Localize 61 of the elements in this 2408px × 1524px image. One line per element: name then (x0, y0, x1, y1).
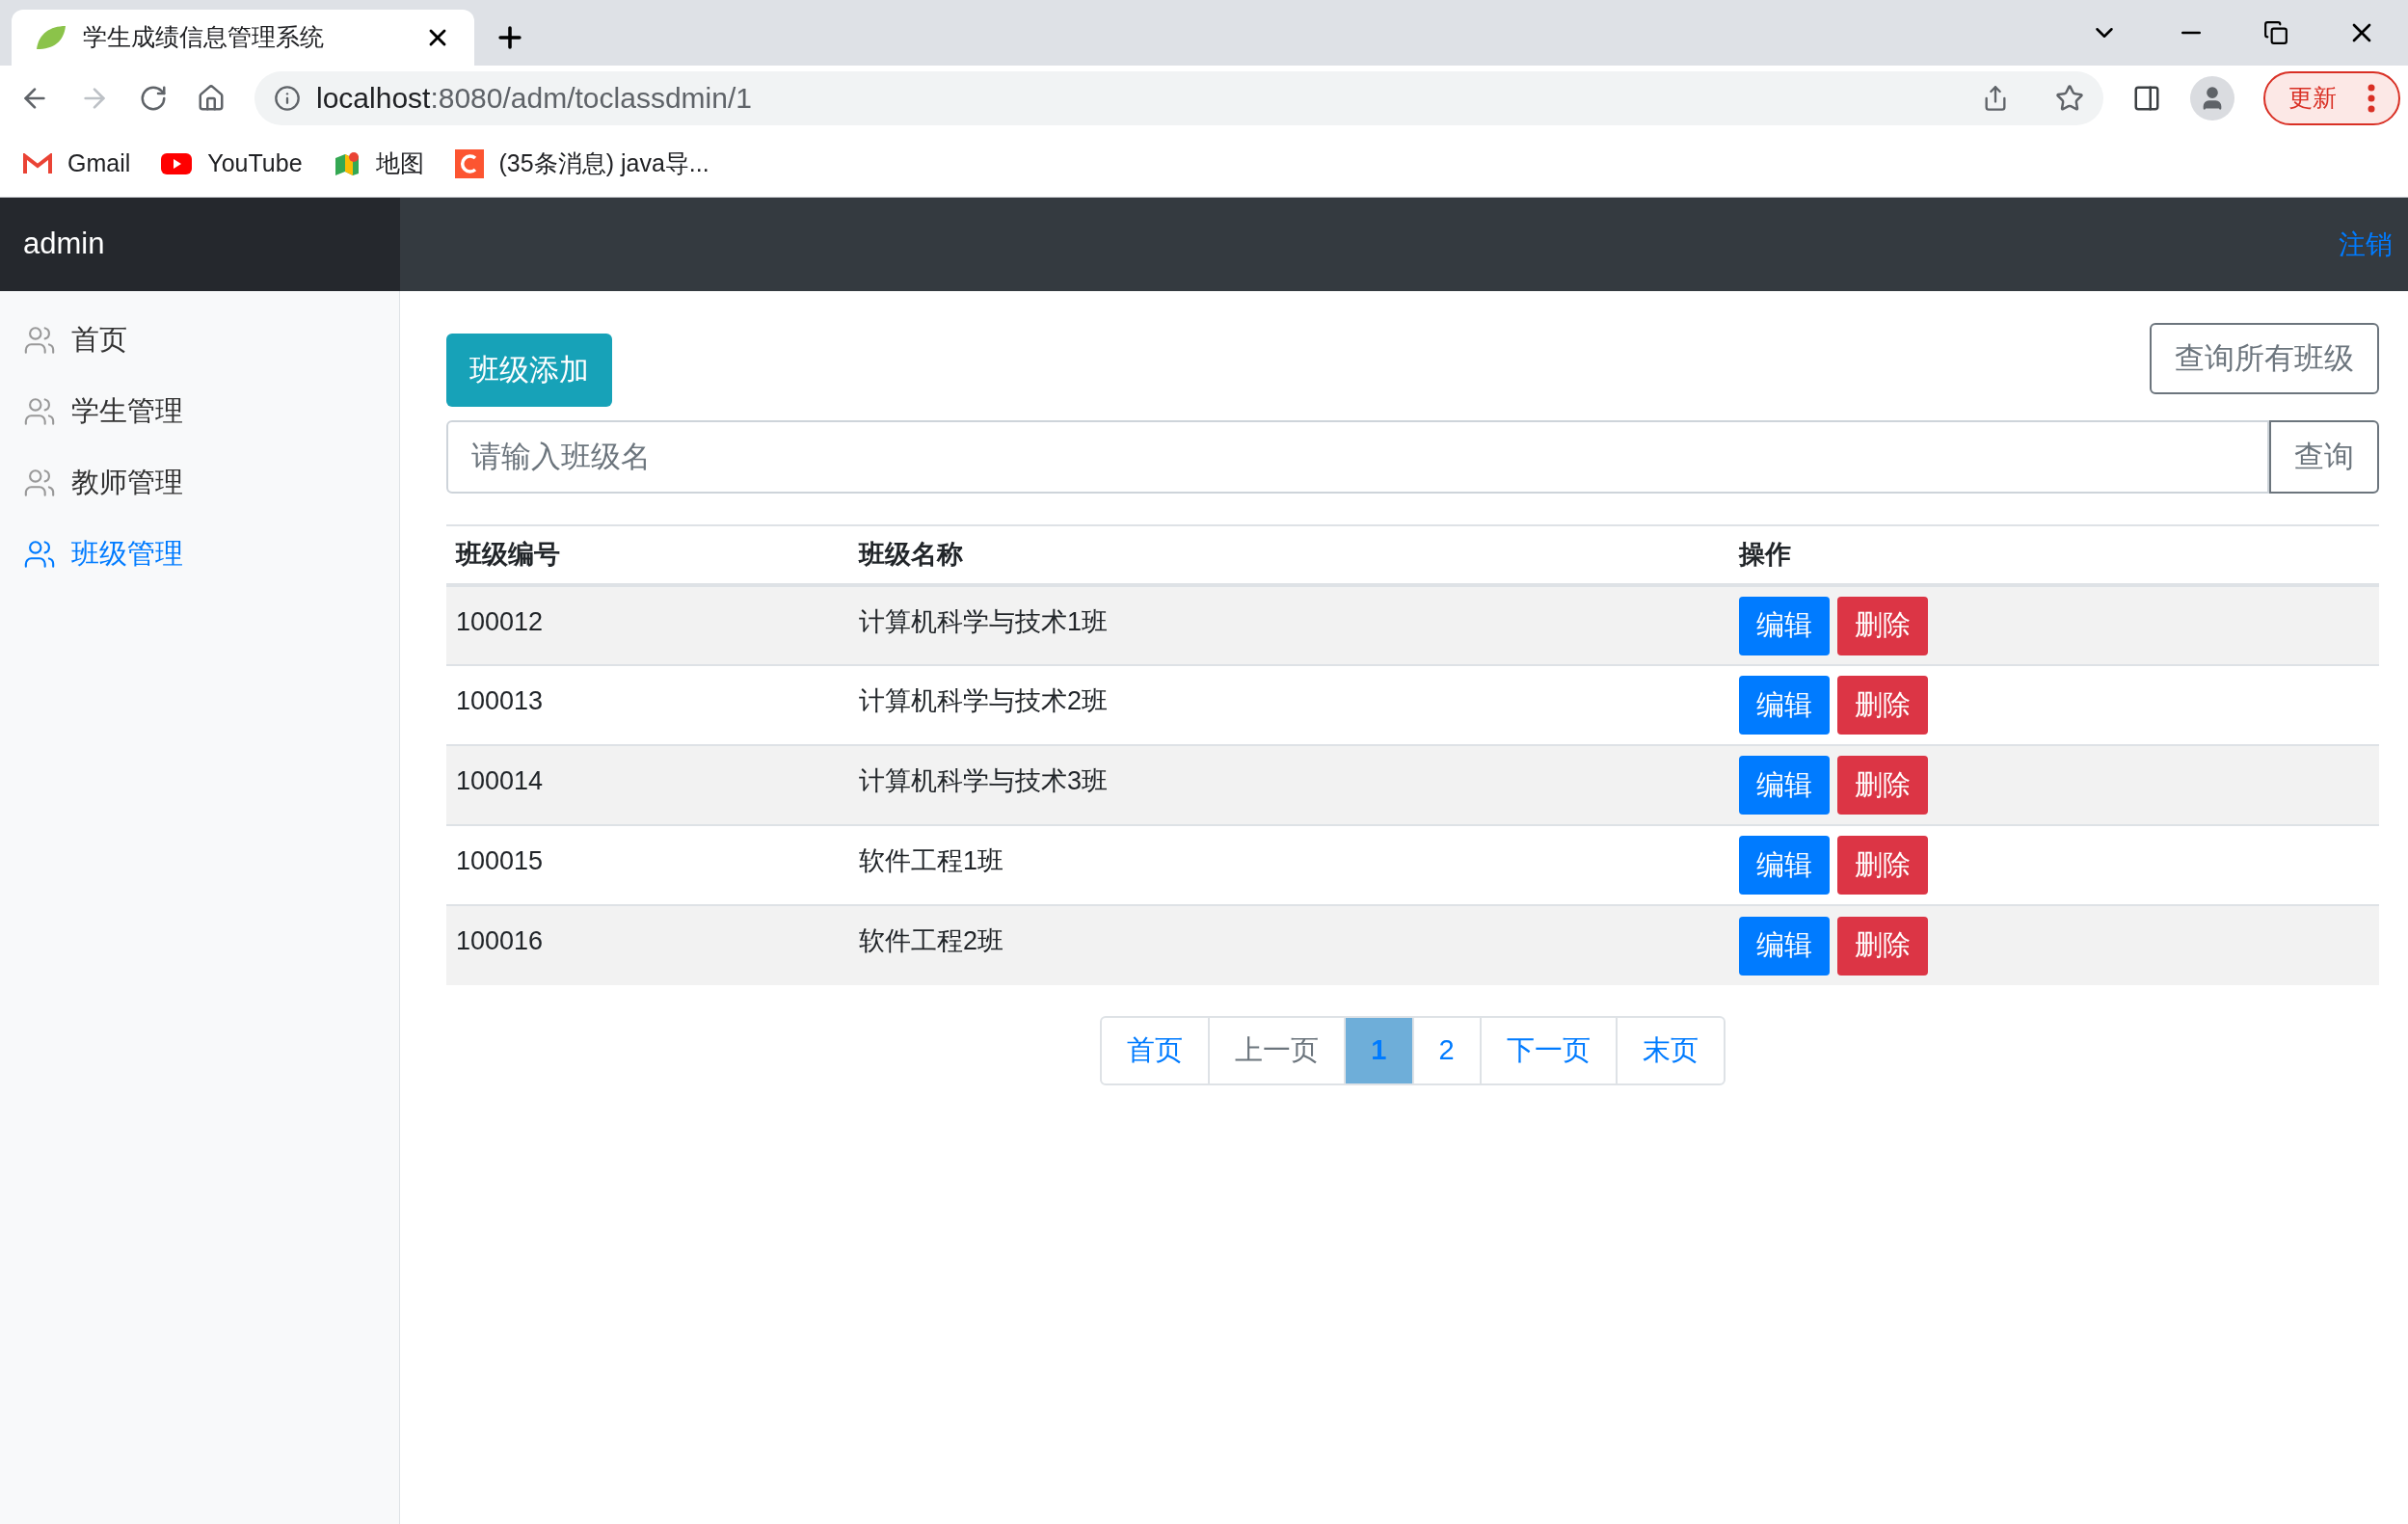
tab-title: 学生成绩信息管理系统 (83, 22, 325, 53)
play-logo-icon (161, 152, 193, 174)
bookmark-star-icon[interactable] (2055, 83, 2084, 113)
add-class-button[interactable]: 班级添加 (446, 334, 612, 407)
letter-logo-icon (454, 148, 484, 178)
users-icon (23, 467, 56, 499)
table-cell: 计算机科学与技术3班 (859, 766, 1109, 795)
delete-button[interactable]: 删除 (1837, 756, 1928, 815)
edit-button[interactable]: 编辑 (1739, 836, 1830, 895)
users-icon (23, 395, 56, 428)
class-name-field[interactable]: 请输入班级名 (446, 420, 2269, 494)
browser-tab[interactable]: 学生成绩信息管理系统 (12, 10, 474, 66)
delete-button[interactable]: 删除 (1837, 676, 1928, 735)
page-link[interactable]: 首页 (1102, 1018, 1209, 1083)
search-button[interactable]: 查询 (2269, 420, 2379, 494)
logout-link[interactable]: 注销 (2339, 224, 2393, 265)
sidebar-item[interactable]: 教师管理 (0, 447, 399, 519)
more-icon (2368, 83, 2375, 113)
page-link[interactable]: 下一页 (1479, 1018, 1616, 1083)
bookmark-link[interactable]: (35条消息) java导... (498, 145, 709, 182)
users-icon (23, 324, 56, 357)
bookmark-link[interactable]: Gmail (67, 145, 131, 182)
map-pin-icon (333, 149, 361, 177)
table-cell: 100014 (456, 766, 544, 795)
delete-button[interactable]: 删除 (1837, 596, 1928, 655)
sidebar-item[interactable]: 首页 (0, 305, 399, 376)
address-bar[interactable]: localhost:8080/adm/toclassdmin/1 (254, 70, 2103, 125)
edit-button[interactable]: 编辑 (1739, 676, 1830, 735)
sidebar-item[interactable]: 班级管理 (0, 519, 399, 590)
home-icon[interactable] (197, 83, 226, 113)
delete-button[interactable]: 删除 (1837, 916, 1928, 976)
edit-button[interactable]: 编辑 (1739, 596, 1830, 655)
query-all-button[interactable]: 查询所有班级 (2150, 323, 2379, 394)
edit-button[interactable]: 编辑 (1739, 916, 1830, 976)
column-header: 班级编号 (456, 540, 560, 570)
table-cell: 计算机科学与技术2班 (859, 686, 1109, 715)
table-cell: 100015 (456, 846, 544, 875)
table-cell: 计算机科学与技术1班 (859, 607, 1109, 636)
edit-button[interactable]: 编辑 (1739, 756, 1830, 815)
delete-button[interactable]: 删除 (1837, 836, 1928, 895)
table-cell: 100013 (456, 686, 544, 715)
page-link[interactable]: 末页 (1615, 1018, 1724, 1083)
bookmark-link[interactable]: 地图 (375, 145, 424, 182)
table-cell: 100012 (456, 607, 544, 636)
info-icon (274, 84, 301, 112)
table-cell: 软件工程2班 (859, 926, 1004, 955)
brand-text[interactable]: admin (23, 222, 105, 267)
sidebar-item[interactable]: 学生管理 (0, 376, 399, 447)
url-text: localhost:8080/adm/toclassdmin/1 (316, 81, 752, 116)
table-cell: 软件工程1班 (859, 846, 1004, 875)
mail-logo-icon (23, 152, 52, 174)
update-button[interactable]: 更新 (2263, 70, 2400, 125)
users-icon (23, 538, 56, 571)
leaf-icon (35, 24, 67, 51)
bookmark-link[interactable]: YouTube (207, 145, 303, 182)
column-header: 操作 (1739, 540, 1791, 570)
restore-icon[interactable] (2263, 20, 2288, 45)
column-header: 班级名称 (859, 540, 963, 570)
profile-avatar[interactable] (2190, 75, 2234, 120)
page-link[interactable]: 2 (1411, 1018, 1480, 1083)
table-cell: 100016 (456, 926, 544, 955)
